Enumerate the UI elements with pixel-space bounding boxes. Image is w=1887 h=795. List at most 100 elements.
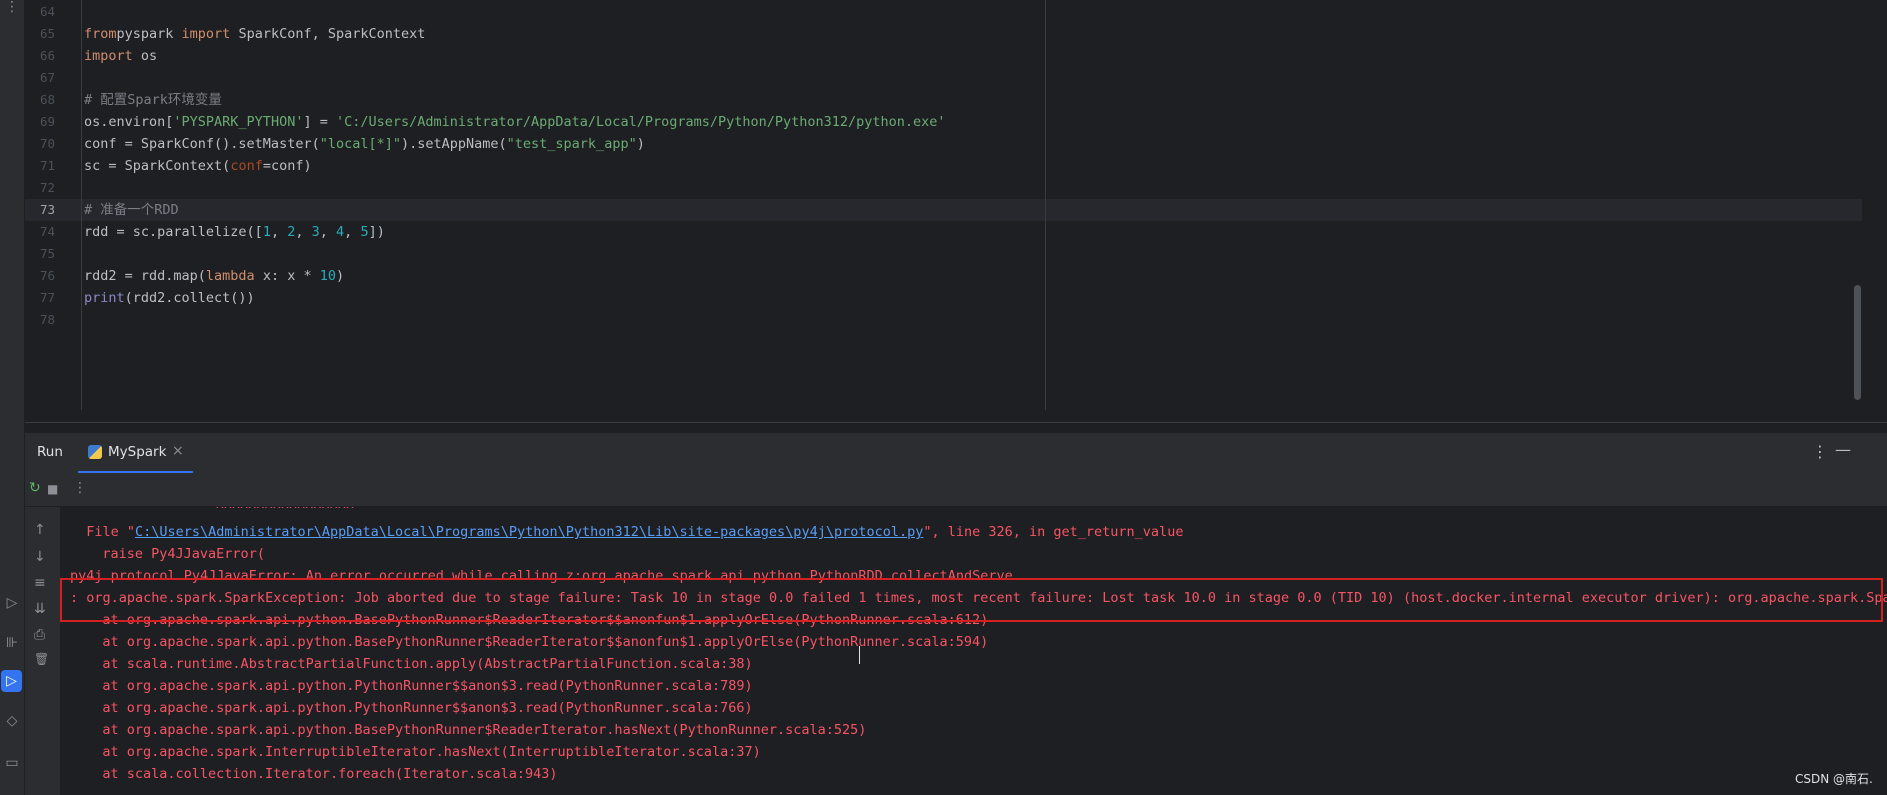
line-number[interactable]: 66 [25, 45, 55, 67]
line-number[interactable]: 72 [25, 177, 55, 199]
line-number[interactable]: 65 [25, 23, 55, 45]
close-icon[interactable]: × [172, 443, 184, 459]
code-token: 1 [262, 224, 271, 240]
console-text: ", line 326, in get_return_value [923, 524, 1184, 540]
code-line[interactable]: conf = SparkConf().setMaster("local[*]")… [84, 133, 645, 155]
code-token: print [84, 290, 125, 306]
more-icon[interactable]: ⋮ [0, 0, 24, 18]
line-number[interactable]: 68 [25, 89, 55, 111]
tab-myspark[interactable]: MySpark × [78, 433, 193, 473]
console-line: File "C:\Users\Administrator\AppData\Loc… [86, 521, 1183, 543]
code-token: conf = SparkConf().setMaster( [84, 136, 320, 152]
code-token: 'C:/Users/Administrator/AppData/Local/Pr… [335, 114, 946, 130]
code-token: rdd2 = rdd.map( [84, 268, 206, 284]
trash-icon[interactable]: 🗑 [34, 652, 49, 666]
code-line[interactable]: print(rdd2.collect()) [84, 287, 255, 309]
minimize-icon[interactable]: — [1835, 440, 1851, 459]
console-line: at scala.collection.Iterator.foreach(Ite… [102, 763, 557, 785]
run-icon[interactable]: ▷ [1, 670, 22, 692]
code-token: 3 [311, 224, 320, 240]
console-text: ^^^^^^^^^^^^^^^^^ [215, 507, 354, 518]
line-number[interactable]: 69 [25, 111, 55, 133]
toolbar-more-icon[interactable]: ⋮ [73, 480, 87, 496]
debug-icon[interactable]: ▷ [0, 592, 24, 614]
code-token: rdd = sc.parallelize([ [84, 224, 263, 240]
code-token: 4 [336, 224, 345, 240]
console-text: at scala.runtime.AbstractPartialFunction… [102, 656, 753, 672]
code-line[interactable]: import os [84, 45, 157, 67]
scroll-down-icon[interactable]: ↓ [34, 549, 46, 565]
scroll-up-icon[interactable]: ↑ [34, 522, 46, 538]
left-tool-strip: ⋮ ▷ ⊪ ▷ ◇ ▭ [0, 0, 25, 795]
code-token: # 配置Spark环境变量 [84, 92, 222, 108]
terminal-icon[interactable]: ▭ [0, 752, 24, 774]
code-token: # 准备一个RDD [84, 202, 179, 218]
line-number[interactable]: 64 [25, 1, 55, 23]
more-options-icon[interactable]: ⋮ [1812, 442, 1828, 461]
console-output[interactable]: ^^^^^^^^^^^^^^^^^ File "C:\Users\Administ… [60, 507, 1887, 795]
code-token: SparkConf, SparkContext [230, 26, 426, 42]
code-token: 10 [319, 268, 336, 284]
line-number[interactable]: 75 [25, 243, 55, 265]
code-token: ]) [368, 224, 385, 240]
code-token: ) [636, 136, 645, 152]
code-token: 5 [360, 224, 369, 240]
code-token: ) [336, 268, 345, 284]
line-number[interactable]: 73 [25, 199, 55, 221]
soft-wrap-icon[interactable]: ≡ [34, 575, 46, 591]
python-icon [88, 445, 102, 459]
code-line[interactable]: sc = SparkContext(conf=conf) [84, 155, 312, 177]
services-icon[interactable]: ⊪ [0, 632, 24, 654]
console-line: at org.apache.spark.api.python.PythonRun… [102, 675, 752, 697]
console-line: at org.apache.spark.api.python.BasePytho… [102, 719, 866, 741]
scroll-to-end-icon[interactable]: ⇊ [34, 601, 46, 617]
rerun-icon[interactable]: ↻ [29, 480, 41, 496]
console-text: File " [86, 524, 135, 540]
line-number[interactable]: 70 [25, 133, 55, 155]
console-text: at org.apache.spark.api.python.BasePytho… [102, 722, 867, 738]
line-number[interactable]: 71 [25, 155, 55, 177]
print-icon[interactable]: ⎙ [34, 627, 45, 643]
line-number[interactable]: 67 [25, 67, 55, 89]
console-text: at org.apache.spark.api.python.BasePytho… [102, 634, 989, 650]
line-number-gutter: 64 65 66 67 68 69 70 71 72 73 74 75 76 77 78 [25, 0, 82, 410]
code-token: =conf) [262, 158, 312, 174]
console-line: raise Py4JJavaError( [102, 543, 265, 565]
run-tool-window-header: Run MySpark × ⋮ — [25, 433, 1887, 473]
code-editor[interactable]: 64 65 66 67 68 69 70 71 72 73 74 75 76 77 78 frompyspa… [25, 0, 1887, 422]
code-line[interactable]: # 配置Spark环境变量 [84, 89, 222, 111]
watermark: CSDN @南石. [1795, 772, 1873, 786]
right-margin-guide [1045, 0, 1046, 410]
console-line: ^^^^^^^^^^^^^^^^^ [216, 507, 354, 521]
file-link[interactable]: C:\Users\Administrator\AppData\Local\Pro… [135, 524, 923, 540]
console-line: at org.apache.spark.InterruptibleIterato… [102, 741, 760, 763]
line-number[interactable]: 78 [25, 309, 55, 331]
code-token: pyspark [116, 26, 182, 42]
text-caret [859, 646, 860, 664]
code-line[interactable]: frompyspark import SparkConf, SparkConte… [84, 23, 425, 45]
console-text: at org.apache.spark.InterruptibleIterato… [102, 744, 761, 760]
code-line[interactable]: rdd2 = rdd.map(lambda x: x * 10) [84, 265, 344, 287]
stop-icon[interactable]: ■ [47, 482, 58, 496]
console-line: at org.apache.spark.api.python.BasePytho… [102, 631, 988, 653]
tab-label: MySpark [108, 444, 167, 460]
code-token: 'PYSPARK_PYTHON' [173, 114, 304, 130]
code-line[interactable]: os.environ['PYSPARK_PYTHON'] = 'C:/Users… [84, 111, 946, 133]
line-number[interactable]: 76 [25, 265, 55, 287]
console-text: raise Py4JJavaError( [102, 546, 265, 562]
code-token: , [295, 224, 312, 240]
code-token: os [132, 48, 158, 64]
code-token: ] = [303, 114, 336, 130]
layers-icon[interactable]: ◇ [0, 710, 24, 732]
code-token: x: x * [254, 268, 320, 284]
code-line[interactable]: rdd = sc.parallelize([1, 2, 3, 4, 5]) [84, 221, 385, 243]
line-number[interactable]: 77 [25, 287, 55, 309]
panel-splitter[interactable] [25, 422, 1887, 433]
line-number[interactable]: 74 [25, 221, 55, 243]
editor-scrollbar[interactable] [1854, 285, 1861, 400]
code-token: conf [230, 158, 263, 174]
code-token: from [84, 26, 117, 42]
console-text: at org.apache.spark.api.python.PythonRun… [102, 700, 753, 716]
code-line[interactable]: # 准备一个RDD [84, 199, 179, 221]
code-token: import [181, 26, 231, 42]
